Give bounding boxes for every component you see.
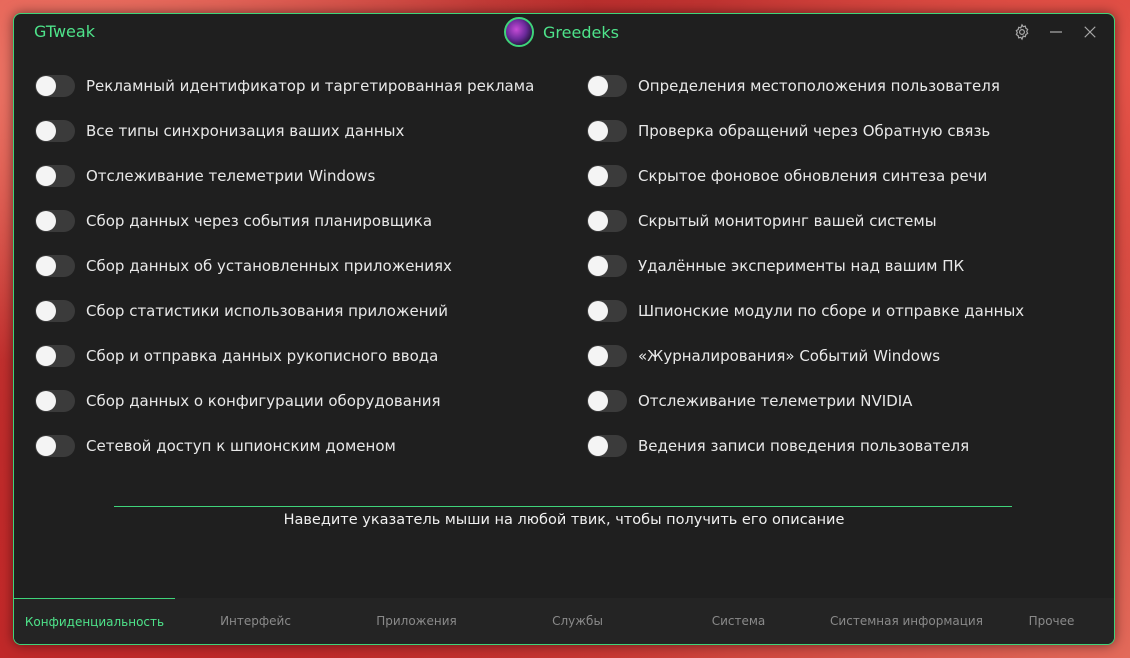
tweaks-column-right: Определения местоположения пользователя … [587, 66, 1024, 471]
tweak-label: Сбор статистики использования приложений [86, 302, 448, 320]
description-hint: Наведите указатель мыши на любой твик, ч… [283, 512, 845, 528]
tweak-toggle[interactable] [35, 75, 75, 97]
description-divider [114, 506, 1012, 507]
tweak-label: Рекламный идентификатор и таргетированна… [86, 77, 535, 95]
app-title: GTweak [34, 22, 95, 41]
tweak-label: Сбор данных об установленных приложениях [86, 257, 452, 275]
tweak-toggle[interactable] [35, 120, 75, 142]
tweak-toggle[interactable] [35, 165, 75, 187]
user-name: Greedeks [543, 22, 619, 42]
title-bar[interactable]: GTweak Greedeks [14, 14, 1114, 50]
tweak-item[interactable]: Сетевой доступ к шпионским доменом [35, 426, 534, 471]
tweak-item[interactable]: Отслеживание телеметрии NVIDIA [587, 381, 1024, 426]
tweak-item[interactable]: Определения местоположения пользователя [587, 66, 1024, 111]
close-icon[interactable] [1080, 22, 1100, 42]
tweaks-column-left: Рекламный идентификатор и таргетированна… [35, 66, 534, 471]
tab-system[interactable]: Система [658, 598, 819, 644]
tab-privacy[interactable]: Конфиденциальность [14, 598, 175, 644]
tab-other[interactable]: Прочее [994, 598, 1109, 644]
tweak-label: Сетевой доступ к шпионским доменом [86, 437, 396, 455]
tweak-toggle[interactable] [587, 75, 627, 97]
tweak-toggle[interactable] [35, 435, 75, 457]
tweak-label: Сбор и отправка данных рукописного ввода [86, 347, 439, 365]
tweak-label: Шпионские модули по сборе и отправке дан… [638, 302, 1025, 320]
tweak-item[interactable]: Скрытое фоновое обновления синтеза речи [587, 156, 1024, 201]
tweak-item[interactable]: Проверка обращений через Обратную связь [587, 111, 1024, 156]
avatar[interactable] [504, 17, 534, 47]
tweak-label: Скрытый мониторинг вашей системы [638, 212, 937, 230]
tweak-item[interactable]: Рекламный идентификатор и таргетированна… [35, 66, 534, 111]
tweak-item[interactable]: Все типы синхронизация ваших данных [35, 111, 534, 156]
gear-icon[interactable] [1012, 22, 1032, 42]
minimize-icon[interactable] [1046, 22, 1066, 42]
tweak-label: Ведения записи поведения пользователя [638, 437, 970, 455]
user-profile[interactable]: Greedeks [504, 17, 619, 47]
tweak-label: «Журналирования» Событий Windows [638, 347, 941, 365]
window-controls [1012, 22, 1100, 42]
tweak-label: Сбор данных через события планировщика [86, 212, 433, 230]
tab-interface[interactable]: Интерфейс [175, 598, 336, 644]
tweak-toggle[interactable] [587, 255, 627, 277]
tweak-label: Отслеживание телеметрии Windows [86, 167, 376, 185]
tweak-label: Определения местоположения пользователя [638, 77, 1000, 95]
tweak-toggle[interactable] [587, 120, 627, 142]
tweak-toggle[interactable] [587, 435, 627, 457]
main-window: GTweak Greedeks Рекламный идентификатор … [13, 13, 1115, 645]
tweak-label: Все типы синхронизация ваших данных [86, 122, 405, 140]
tweak-item[interactable]: Скрытый мониторинг вашей системы [587, 201, 1024, 246]
tab-services[interactable]: Службы [497, 598, 658, 644]
tweak-item[interactable]: Ведения записи поведения пользователя [587, 426, 1024, 471]
tweak-toggle[interactable] [35, 300, 75, 322]
tweak-item[interactable]: Шпионские модули по сборе и отправке дан… [587, 291, 1024, 336]
tweak-toggle[interactable] [587, 390, 627, 412]
tweak-toggle[interactable] [35, 210, 75, 232]
tweak-toggle[interactable] [587, 165, 627, 187]
tweak-toggle[interactable] [35, 390, 75, 412]
tweak-item[interactable]: Удалённые эксперименты над вашим ПК [587, 246, 1024, 291]
tweak-item[interactable]: Сбор данных о конфигурации оборудования [35, 381, 534, 426]
tweak-item[interactable]: «Журналирования» Событий Windows [587, 336, 1024, 381]
tweak-item[interactable]: Сбор данных через события планировщика [35, 201, 534, 246]
tweak-label: Проверка обращений через Обратную связь [638, 122, 991, 140]
tweak-toggle[interactable] [35, 345, 75, 367]
tweak-item[interactable]: Сбор данных об установленных приложениях [35, 246, 534, 291]
tweak-label: Отслеживание телеметрии NVIDIA [638, 392, 913, 410]
tweak-toggle[interactable] [587, 300, 627, 322]
tweak-label: Сбор данных о конфигурации оборудования [86, 392, 441, 410]
tweak-item[interactable]: Отслеживание телеметрии Windows [35, 156, 534, 201]
tweak-label: Скрытое фоновое обновления синтеза речи [638, 167, 988, 185]
tweak-toggle[interactable] [587, 345, 627, 367]
tweak-item[interactable]: Сбор и отправка данных рукописного ввода [35, 336, 534, 381]
tweak-label: Удалённые эксперименты над вашим ПК [638, 257, 965, 275]
tweak-toggle[interactable] [35, 255, 75, 277]
tweak-toggle[interactable] [587, 210, 627, 232]
tweak-item[interactable]: Сбор статистики использования приложений [35, 291, 534, 336]
bottom-tab-bar: Конфиденциальность Интерфейс Приложения … [14, 598, 1114, 644]
tab-system-info[interactable]: Системная информация [819, 598, 994, 644]
tab-applications[interactable]: Приложения [336, 598, 497, 644]
